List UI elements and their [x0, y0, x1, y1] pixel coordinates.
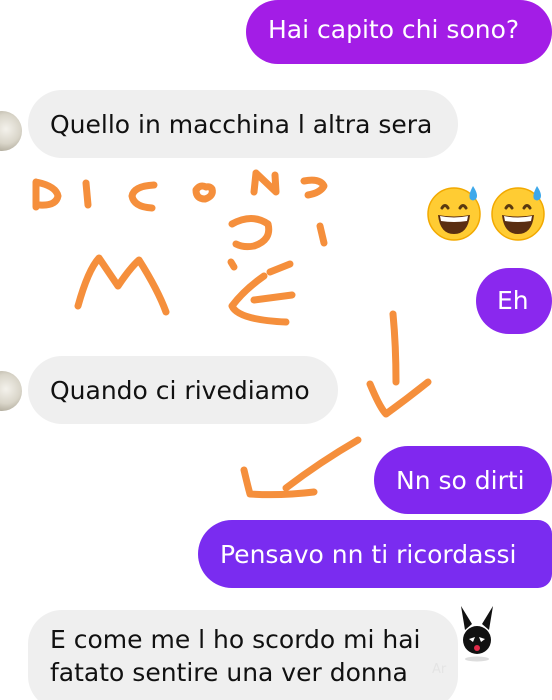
- scribble-letter: [316, 222, 328, 247]
- scribble-letter: [74, 254, 170, 316]
- scribble-arrow: [282, 436, 362, 492]
- scribble-letter: [228, 215, 273, 251]
- scribble-letter: [128, 181, 158, 212]
- scribble-letter: [250, 291, 296, 304]
- scribble-letter: [32, 178, 62, 211]
- scribble-letter: [266, 260, 294, 276]
- scribble-arrow: [366, 378, 432, 418]
- scribble-letter: [250, 169, 280, 196]
- scribble-arrow: [389, 310, 400, 386]
- scribble-letter: [192, 182, 216, 203]
- handwritten-scribble: [32, 169, 432, 499]
- scribble-letter: [82, 179, 92, 209]
- scribble-letter: [300, 176, 328, 199]
- scribble-letter: [227, 258, 238, 271]
- chat-screen: Hai capito chi sono? Quello in macchina …: [0, 0, 552, 700]
